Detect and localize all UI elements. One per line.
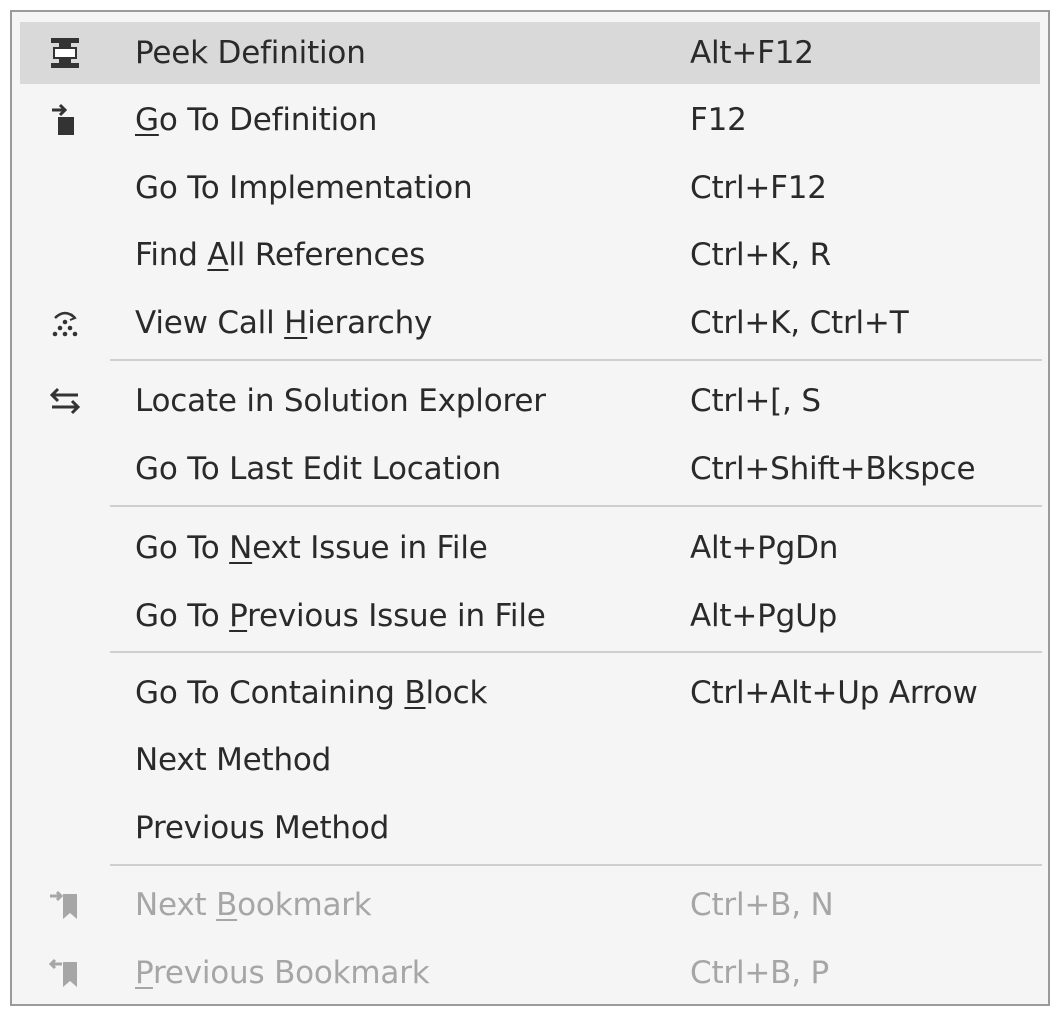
- menu-item-go-to-next-issue[interactable]: Go To Next Issue in File Alt+PgDn: [20, 517, 1040, 579]
- menu-item-shortcut: Alt+PgUp: [690, 598, 838, 634]
- menu-item-next-method[interactable]: Next Method: [20, 729, 1040, 791]
- menu-item-go-to-previous-issue[interactable]: Go To Previous Issue in File Alt+PgUp: [20, 585, 1040, 647]
- menu-item-shortcut: Alt+F12: [690, 35, 814, 71]
- menu-item-previous-bookmark: Previous Bookmark Ctrl+B, P: [20, 942, 1040, 1004]
- menu-item-shortcut: Ctrl+K, Ctrl+T: [690, 305, 909, 341]
- menu-item-shortcut: Ctrl+K, R: [690, 237, 831, 273]
- menu-item-label: Go To Containing Block: [135, 675, 488, 711]
- menu-item-shortcut: Ctrl+B, P: [690, 955, 830, 991]
- previous-bookmark-icon: [20, 942, 110, 1004]
- menu-item-label: Go To Previous Issue in File: [135, 598, 546, 634]
- menu-separator: [110, 864, 1042, 866]
- go-to-definition-icon: [20, 89, 110, 151]
- menu-item-shortcut: Ctrl+Alt+Up Arrow: [690, 675, 978, 711]
- menu-item-previous-method[interactable]: Previous Method: [20, 797, 1040, 859]
- peek-definition-icon: [20, 22, 110, 84]
- menu-item-label: Next Bookmark: [135, 887, 372, 923]
- next-bookmark-icon: [20, 874, 110, 936]
- menu-item-label: Next Method: [135, 742, 332, 778]
- menu-item-go-to-implementation[interactable]: Go To Implementation Ctrl+F12: [20, 157, 1040, 219]
- menu-item-label: Go To Last Edit Location: [135, 451, 501, 487]
- menu-separator: [110, 505, 1042, 507]
- menu-item-shortcut: F12: [690, 102, 747, 138]
- menu-item-find-all-references[interactable]: Find All References Ctrl+K, R: [20, 224, 1040, 286]
- menu-item-label: Peek Definition: [135, 35, 366, 71]
- menu-item-label: View Call Hierarchy: [135, 305, 433, 341]
- menu-item-go-to-definition[interactable]: Go To Definition F12: [20, 89, 1040, 151]
- menu-item-label: Previous Bookmark: [135, 955, 430, 991]
- menu-item-shortcut: Ctrl+B, N: [690, 887, 834, 923]
- menu-item-locate-in-solution-explorer[interactable]: Locate in Solution Explorer Ctrl+[, S: [20, 370, 1040, 432]
- menu-item-label: Go To Definition: [135, 102, 378, 138]
- menu-item-label: Go To Next Issue in File: [135, 530, 488, 566]
- menu-item-label: Find All References: [135, 237, 426, 273]
- menu-separator: [110, 651, 1042, 653]
- menu-item-shortcut: Ctrl+[, S: [690, 383, 821, 419]
- menu-item-next-bookmark: Next Bookmark Ctrl+B, N: [20, 874, 1040, 936]
- call-hierarchy-icon: [20, 292, 110, 354]
- sync-arrows-icon: [20, 370, 110, 432]
- menu-item-label: Previous Method: [135, 810, 390, 846]
- menu-item-label: Go To Implementation: [135, 170, 473, 206]
- menu-item-view-call-hierarchy[interactable]: View Call Hierarchy Ctrl+K, Ctrl+T: [20, 292, 1040, 354]
- context-menu: Peek Definition Alt+F12 Go To Definition…: [10, 10, 1050, 1006]
- menu-separator: [110, 359, 1042, 361]
- menu-item-go-to-containing-block[interactable]: Go To Containing Block Ctrl+Alt+Up Arrow: [20, 662, 1040, 724]
- menu-item-shortcut: Ctrl+Shift+Bkspce: [690, 451, 976, 487]
- menu-item-go-to-last-edit-location[interactable]: Go To Last Edit Location Ctrl+Shift+Bksp…: [20, 438, 1040, 500]
- menu-item-label: Locate in Solution Explorer: [135, 383, 546, 419]
- menu-item-peek-definition[interactable]: Peek Definition Alt+F12: [20, 22, 1040, 84]
- menu-item-shortcut: Ctrl+F12: [690, 170, 827, 206]
- menu-item-shortcut: Alt+PgDn: [690, 530, 839, 566]
